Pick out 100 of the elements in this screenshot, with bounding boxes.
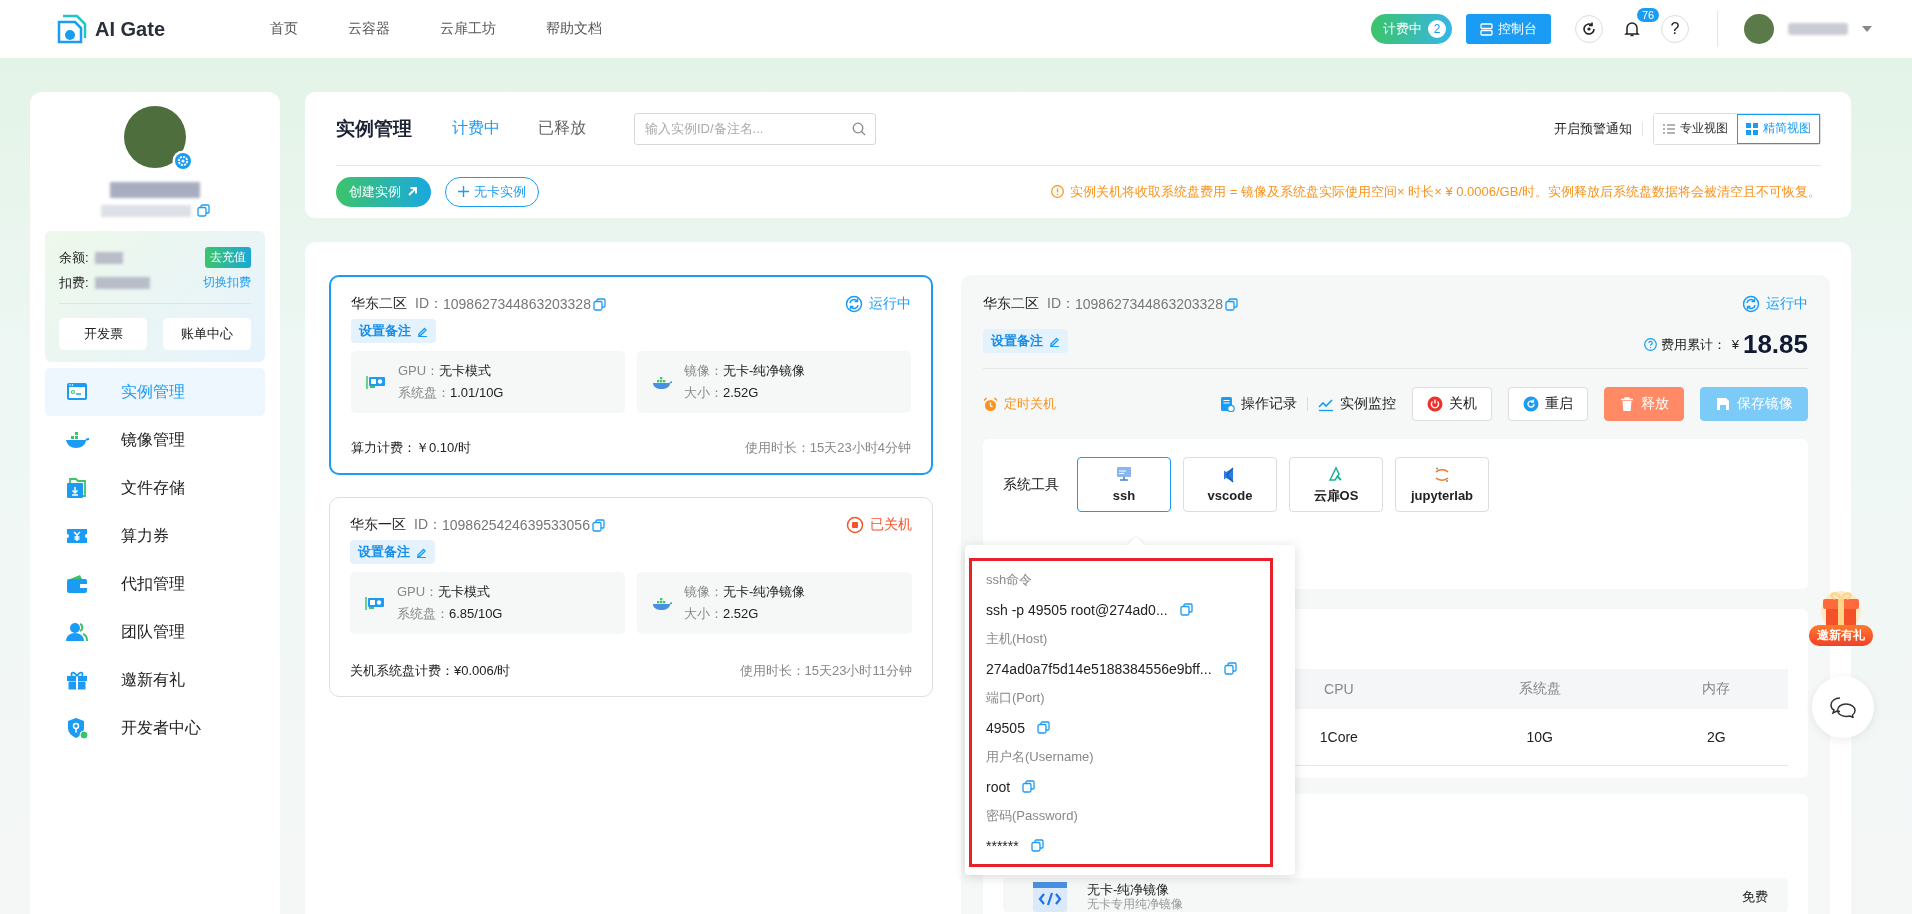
sidebar-menu-item[interactable]: 镜像管理 [45,416,265,464]
copy-icon[interactable] [1030,839,1044,852]
alert-notification-link[interactable]: 开启预警通知 [1554,119,1632,138]
sidebar-menu-item[interactable]: 文件存储 [45,464,265,512]
blurred-deduction [94,276,150,289]
nav-link[interactable]: 帮助文档 [546,20,602,38]
tool-button[interactable]: vscode [1183,457,1277,512]
notifications-button[interactable] [1623,20,1641,38]
nav-link[interactable]: 云容器 [348,20,390,38]
instance-id: 1098627344863203328 [1075,296,1223,312]
instance-id: 1098625424639533056 [442,517,590,533]
tab[interactable]: 已释放 [538,118,586,139]
whale-icon [652,595,672,611]
id-label: ID： [414,516,442,534]
region-label: 华东二区 [351,295,407,313]
image-list-item[interactable]: 无卡-纯净镜像 无卡专用纯净镜像 免费 [1003,877,1788,912]
field-value: root [986,778,1011,795]
help-circle-icon [1643,338,1657,351]
nav-link[interactable]: 首页 [270,20,298,38]
field-value: 无卡模式 [439,363,492,378]
sidebar-menu-item[interactable]: 代扣管理 [45,560,265,608]
notification-count-badge: 76 [1637,8,1660,22]
tools-label: 系统工具 [1003,476,1059,494]
copy-icon[interactable] [1223,662,1237,675]
arrow-up-right-icon [407,186,418,197]
monitor-icon [1115,466,1133,484]
nav-link[interactable]: 云扉工坊 [440,20,496,38]
instance-card[interactable]: 华东二区 ID：1098627344863203328 运行中 设置备注 GPU：无卡模式 系统盘：1.01/10G 镜像：无卡-纯净镜像 大小：2.52G 算力计费：￥0.10/时 使用时长：15天23小时4分钟 [329,275,933,475]
copy-icon [592,297,606,311]
power-icon [1427,396,1443,412]
currency-symbol: ¥ [1731,337,1739,352]
id-label: ID： [415,295,443,313]
tool-button[interactable]: ssh [1077,457,1171,512]
field-label: 大小： [684,606,723,621]
instance-card[interactable]: 华东一区 ID：1098625424639533056 已关机 设置备注 GPU：无卡模式 系统盘：6.85/10G 镜像：无卡-纯净镜像 大小：2.52G 关机系统盘计费：¥0.006/时 使用时长：15天23小时11分钟 [329,497,933,697]
avatar-placeholder[interactable] [1744,14,1774,44]
column-header: 内存 [1644,669,1788,709]
field-label: 系统盘： [398,385,450,400]
field-label: 镜像： [684,363,723,378]
page-title: 实例管理 [336,116,412,141]
search-field[interactable]: 输入实例ID/备注名... [634,112,876,145]
bell-icon [1624,21,1640,37]
sync-icon [845,295,863,313]
action-button[interactable]: 关机 [1412,387,1492,421]
whale-icon [652,374,672,390]
field-value: 无卡模式 [438,584,491,599]
sidebar-menu-item[interactable]: 邀新有礼 [45,656,265,704]
field-value: 2.52G [723,606,759,621]
plus-icon [458,186,469,197]
sidebar-menu-item[interactable]: 算力券 [45,512,265,560]
folder-download-icon [65,476,89,500]
sidebar-menu-item[interactable]: 开发者中心 [45,704,265,752]
billing-rate: 算力计费：￥0.10/时 [351,439,471,457]
copy-icon[interactable] [1022,780,1036,793]
field-value: 无卡-纯净镜像 [723,363,806,378]
people-icon [65,620,89,644]
billing-label: 计费中 [1383,20,1422,38]
toolbar-link[interactable]: 操作记录 [1219,395,1297,413]
info-icon [1051,185,1065,198]
document-clock-icon [1219,396,1235,412]
code-brackets-icon [1033,881,1067,912]
copy-icon [196,204,210,217]
field-value: ****** [986,837,1019,854]
shield-key-icon [65,716,89,740]
pencil-icon [417,325,428,337]
field-label: 主机(Host) [986,630,1049,648]
settings-icon [172,150,194,172]
field-label: 端口(Port) [986,689,1046,707]
field-value: 2.52G [723,385,759,400]
toolbar-link[interactable]: 实例监控 [1318,395,1396,413]
field-value: 无卡-纯净镜像 [723,584,806,599]
field-value: 274ad0a7f5d14e5188384556e9bff... [986,660,1212,677]
field-label: 镜像： [684,584,723,599]
copy-icon[interactable] [1179,603,1193,616]
field-value: ssh -p 49505 root@274ad0... [986,601,1168,618]
usage-duration: 使用时长：15天23小时4分钟 [744,439,911,457]
image-price: 免费 [1742,887,1768,906]
action-button[interactable]: 重启 [1508,387,1588,421]
field-label: 密码(Password) [986,807,1079,825]
line-chart-icon [1318,396,1334,412]
refresh-button[interactable] [1575,15,1603,43]
sidebar-button[interactable]: 开发票 [59,318,147,350]
image-name: 无卡-纯净镜像 [1087,882,1171,897]
server-icon [1480,22,1493,36]
region-label: 华东一区 [350,516,406,534]
billing-rate: 关机系统盘计费：¥0.006/时 [350,662,511,680]
refresh-icon [1581,21,1597,37]
table-cell: 2G [1644,709,1788,765]
field-label: ssh命令 [986,571,1034,589]
tool-button[interactable]: jupyterlab [1395,457,1489,512]
list-icon [1663,122,1675,135]
accumulated-cost: 18.85 [1742,329,1808,360]
tool-button[interactable]: 云扉OS [1289,457,1383,512]
field-value: 1.01/10G [450,385,504,400]
field-label: 用户名(Username) [986,748,1095,766]
caret-down-icon [1862,26,1872,32]
copy-icon[interactable] [1036,721,1050,734]
help-button[interactable]: ? [1661,15,1689,43]
sidebar-button[interactable]: 账单中心 [163,318,251,350]
sidebar-menu-item[interactable]: 团队管理 [45,608,265,656]
